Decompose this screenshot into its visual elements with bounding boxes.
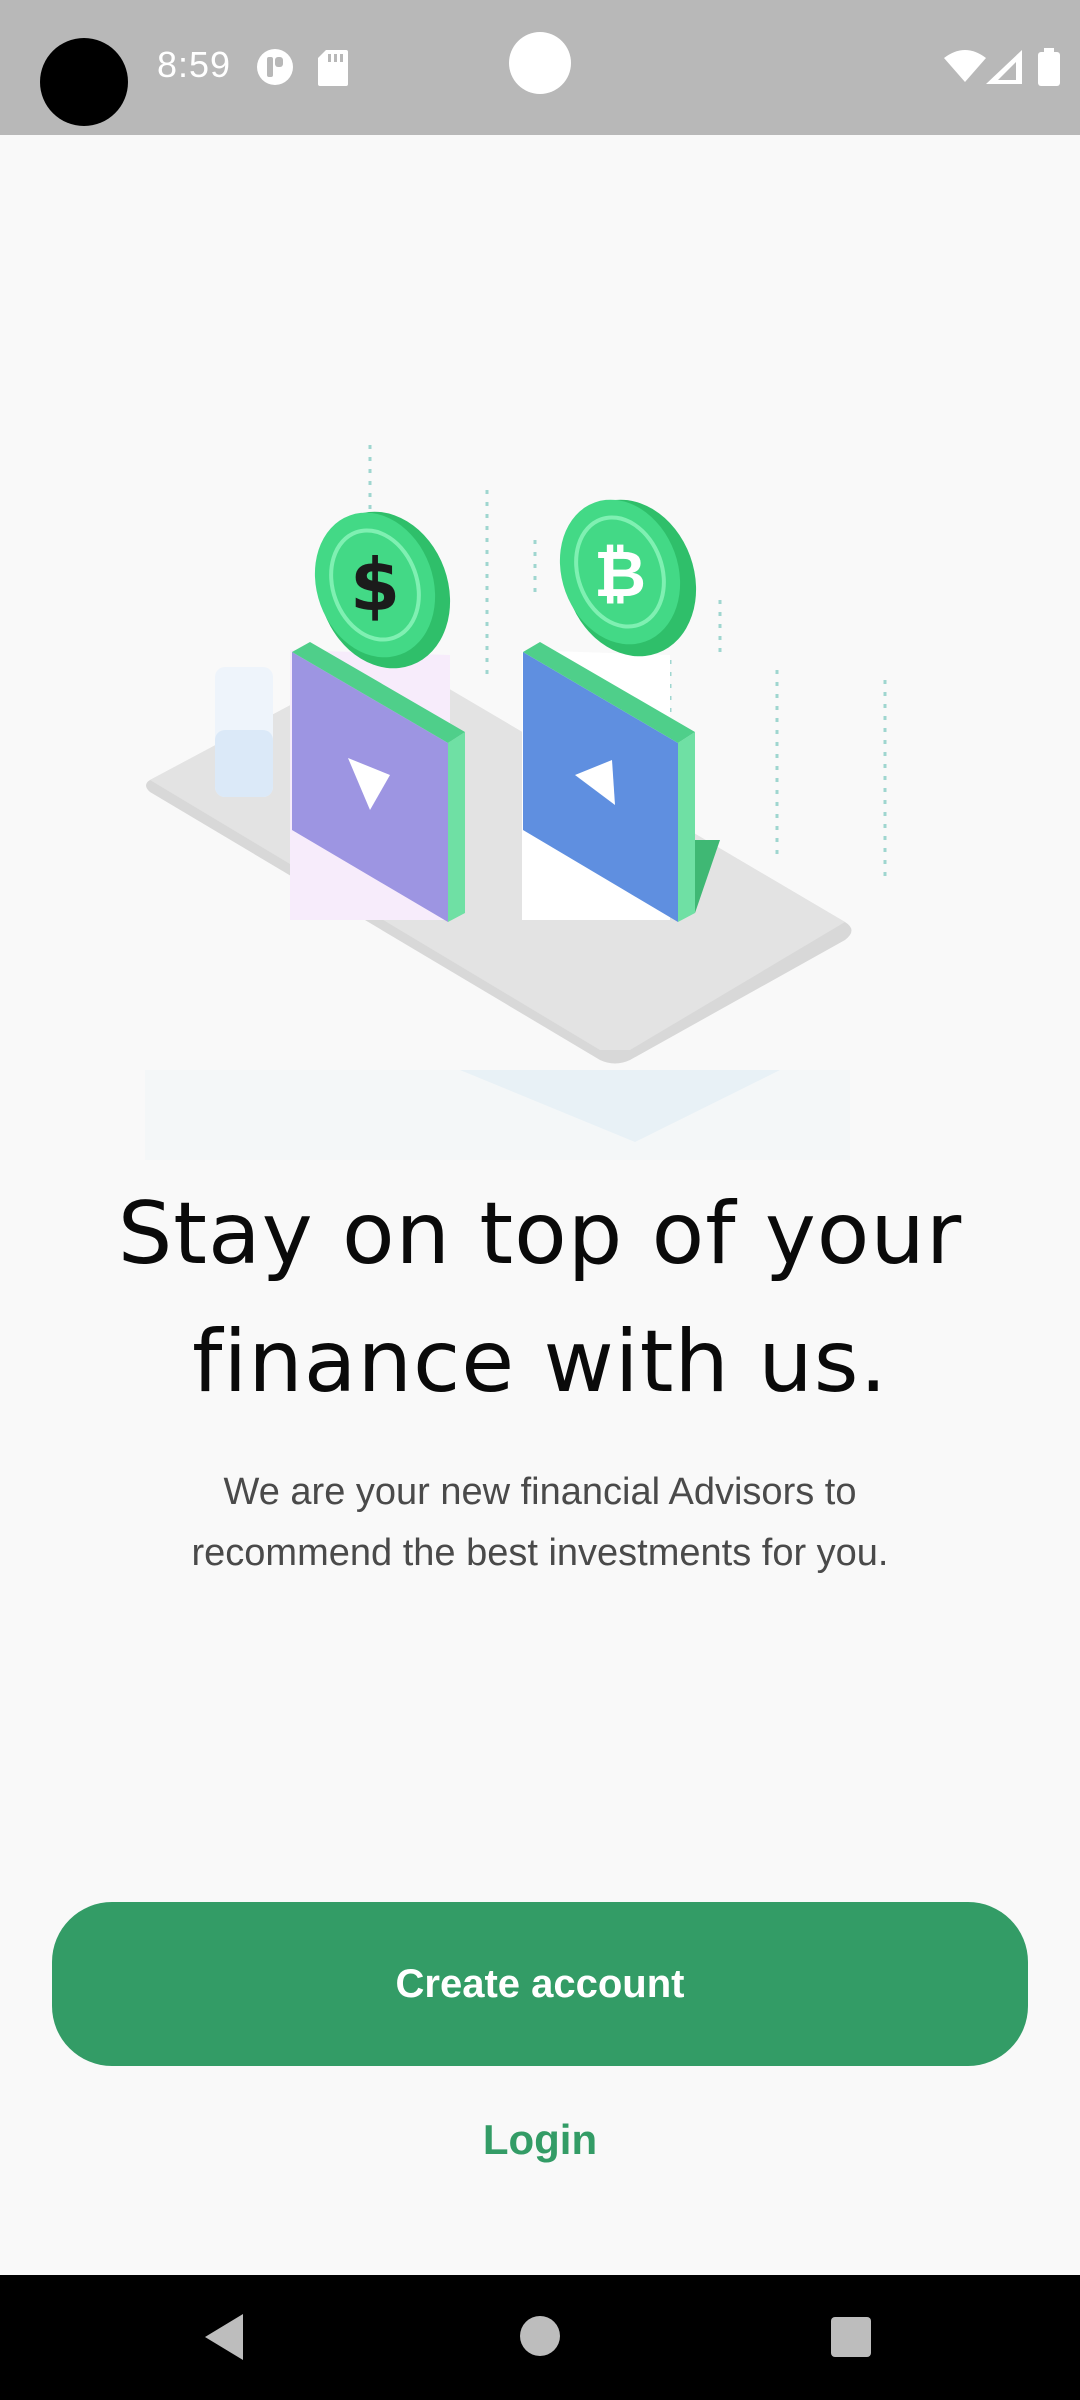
bitcoin-coin-icon: ₿ <box>559 499 697 657</box>
login-link[interactable]: Login <box>390 2110 690 2170</box>
home-icon[interactable] <box>520 2316 560 2356</box>
back-icon[interactable] <box>203 2312 245 2362</box>
wifi-icon <box>944 50 986 82</box>
battery-icon <box>1038 48 1060 86</box>
onboarding-screen: 8:59 $ ₿ Stay on top of your finance wit… <box>0 0 1080 2400</box>
front-sensor-dot <box>509 32 571 94</box>
sd-card-icon <box>318 50 348 86</box>
hero-illustration: $ ₿ <box>145 445 887 1160</box>
onboarding-subtext: We are your new financial Advisors to re… <box>191 1471 889 1574</box>
create-account-button[interactable]: Create account <box>52 1902 1028 2066</box>
camera-cutout <box>40 38 128 126</box>
notification-app-icon <box>257 49 293 85</box>
recents-icon[interactable] <box>831 2317 871 2357</box>
onboarding-headline: Stay on top of your finance with us. <box>117 1184 963 1412</box>
svg-text:₿: ₿ <box>594 538 646 612</box>
svg-text:$: $ <box>350 543 400 627</box>
signal-icon <box>986 50 1022 84</box>
status-time: 8:59 <box>157 44 232 85</box>
